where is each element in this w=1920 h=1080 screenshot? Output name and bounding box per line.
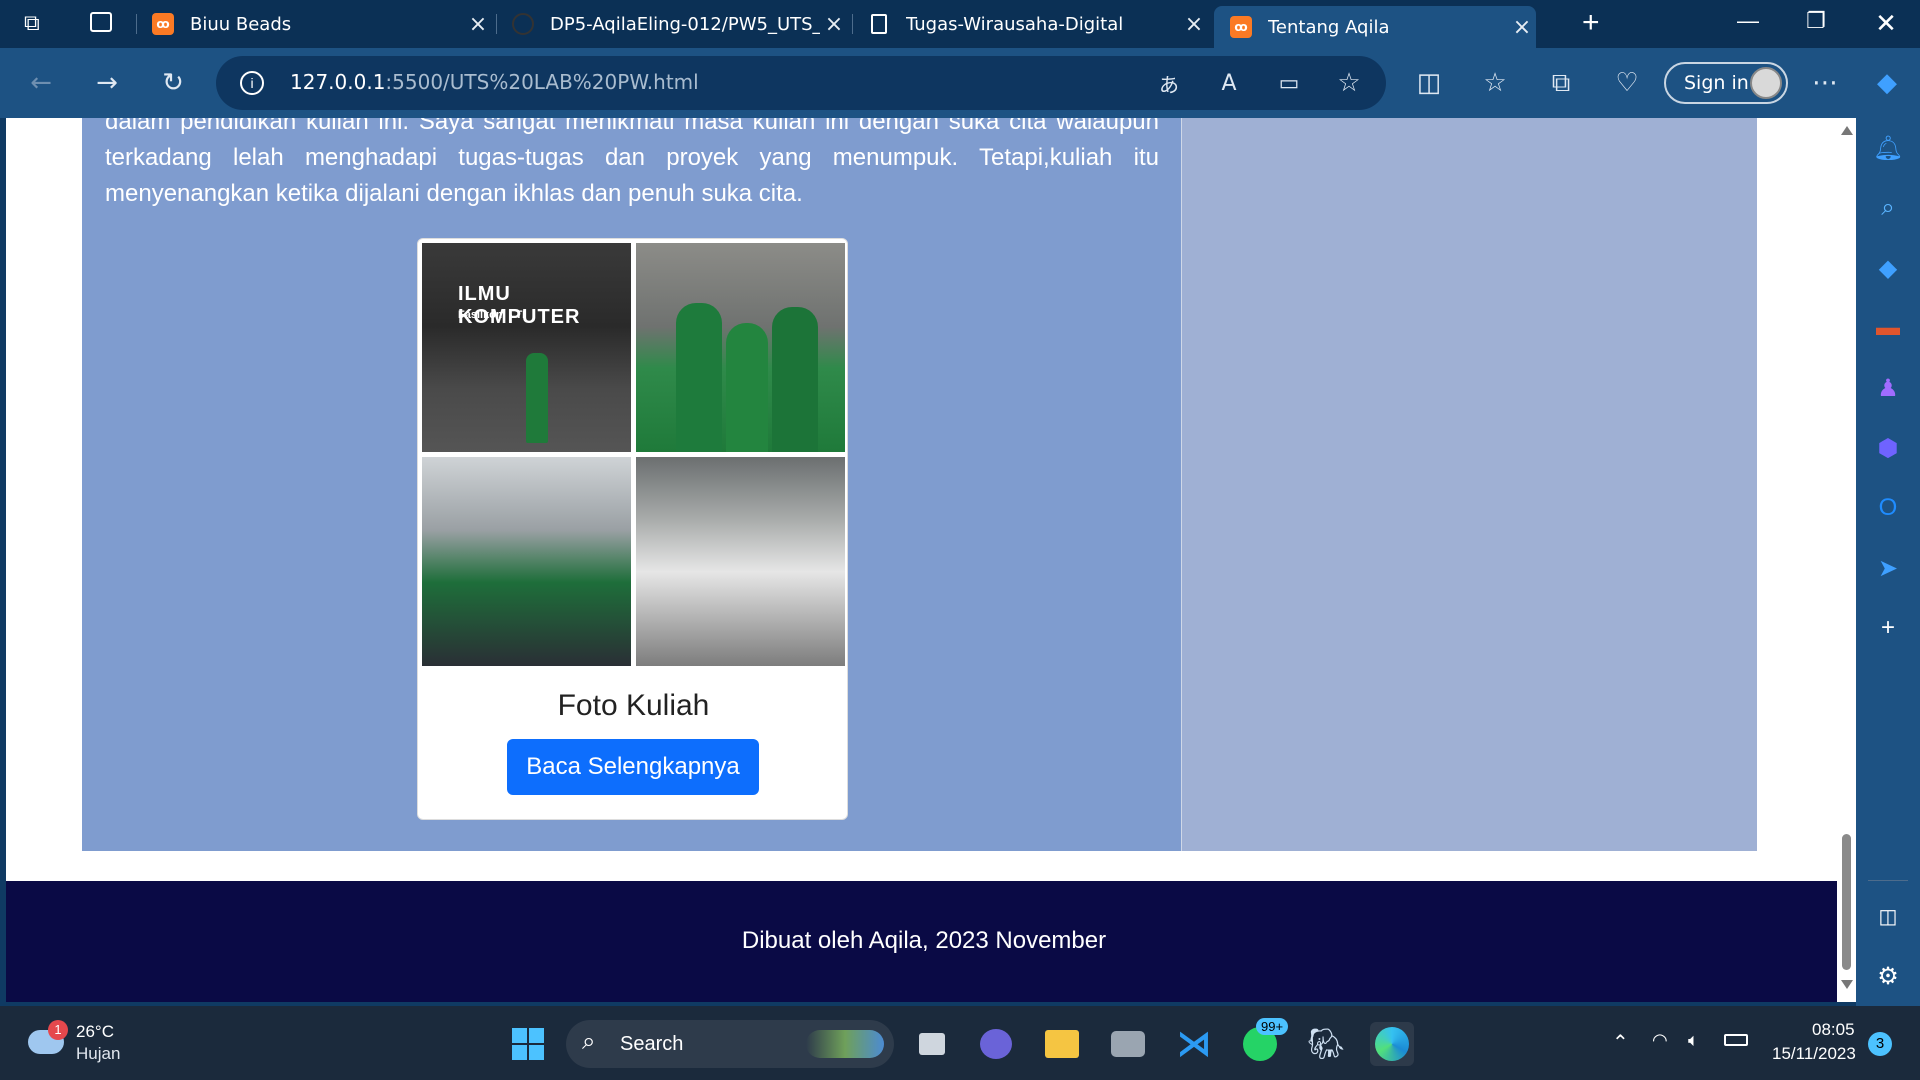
immersive-reader-icon[interactable]: ▭ (1270, 64, 1308, 102)
tools-icon[interactable]: ▬ (1872, 312, 1904, 344)
college-photo-collage: ILMU KOMPUTER Fasilkom - TI (422, 243, 845, 666)
card-title: Foto Kuliah (557, 689, 710, 722)
start-button[interactable] (506, 1022, 550, 1066)
shopping-tag-icon[interactable]: ◆ (1872, 252, 1904, 284)
refresh-icon[interactable]: ↻ (154, 64, 192, 102)
workspaces-icon[interactable]: ⧉ (24, 10, 52, 38)
favorites-icon[interactable]: ☆ (1476, 64, 1514, 102)
photo-card: ILMU KOMPUTER Fasilkom - TI Foto Kuliah … (417, 238, 848, 820)
file-explorer-icon[interactable] (1040, 1022, 1084, 1066)
camera-icon[interactable] (1106, 1022, 1150, 1066)
photo-group-jackets (422, 457, 631, 666)
browser-essentials-icon[interactable]: ♡ (1608, 64, 1646, 102)
browser-toolbar: ← → ↻ i 127.0.0.1:5500/UTS%20LAB%20PW.ht… (0, 48, 1920, 118)
xampp-icon: ꝏ (152, 13, 174, 35)
sign-in-button[interactable]: Sign in (1664, 62, 1788, 104)
address-url[interactable]: 127.0.0.1:5500/UTS%20LAB%20PW.html (290, 70, 699, 94)
show-hidden-icons[interactable]: ⌃ (1612, 1030, 1629, 1055)
bell-icon[interactable]: 🔔︎ (1872, 132, 1904, 164)
site-info-icon[interactable]: i (240, 71, 264, 95)
restore-icon[interactable]: ❐ (1796, 8, 1836, 34)
windows-taskbar: 1 26°C Hujan ⌕ Search ⋊ 99+ 🐘︎ ⌃ ◠ 🔈︎ 08… (0, 1006, 1920, 1080)
back-icon[interactable]: ← (22, 64, 60, 102)
weather-badge: 1 (48, 1020, 68, 1040)
task-view-icon[interactable] (910, 1022, 954, 1066)
wifi-icon[interactable]: ◠ (1652, 1030, 1668, 1051)
translate-icon[interactable]: あ (1150, 64, 1188, 102)
photo-ilmu-komputer: ILMU KOMPUTER Fasilkom - TI (422, 243, 631, 452)
close-tab-icon[interactable]: × (1180, 12, 1208, 37)
close-tab-icon[interactable]: × (820, 12, 848, 37)
sidebar-panel-icon[interactable]: ◫ (1872, 900, 1904, 932)
windows-logo-icon (512, 1028, 544, 1060)
tab-tentang-aqila[interactable]: ꝏ Tentang Aqila × (1214, 6, 1536, 48)
file-icon (871, 14, 887, 34)
tab-biuu-beads[interactable]: ꝏ Biuu Beads × (152, 6, 492, 42)
more-menu-icon[interactable]: ⋯ (1806, 64, 1844, 102)
read-more-button[interactable]: Baca Selengkapnya (507, 739, 759, 795)
settings-gear-icon[interactable]: ⚙ (1872, 960, 1904, 992)
weather-widget[interactable]: 1 26°C Hujan (28, 1020, 138, 1068)
scrollbar-thumb[interactable] (1842, 834, 1851, 970)
github-icon (512, 13, 534, 35)
tab-github[interactable]: DP5-AqilaEling-012/PW5_UTS_22 × (512, 6, 848, 42)
search-icon: ⌕ (582, 1028, 596, 1055)
copilot-icon[interactable]: ◆ (1868, 64, 1906, 102)
add-icon[interactable]: + (1872, 612, 1904, 644)
clock-date[interactable]: 15/11/2023 (1772, 1044, 1856, 1064)
close-tab-icon[interactable]: × (464, 12, 492, 37)
footer-text: Dibuat oleh Aqila, 2023 November (741, 927, 1107, 954)
edge-browser-icon[interactable] (1370, 1022, 1414, 1066)
page-footer: Dibuat oleh Aqila, 2023 November (6, 881, 1842, 1002)
whatsapp-badge: 99+ (1256, 1018, 1289, 1035)
scroll-down-icon[interactable] (1841, 980, 1853, 989)
read-aloud-icon[interactable]: A (1210, 64, 1248, 102)
minimize-icon[interactable]: — (1728, 8, 1768, 34)
xampp-icon: ꝏ (1230, 16, 1252, 38)
vscode-icon[interactable]: ⋊ (1172, 1022, 1216, 1066)
send-icon[interactable]: ➤ (1872, 552, 1904, 584)
browser-titlebar: ⧉ ꝏ Biuu Beads × DP5-AqilaEling-012/PW5_… (0, 0, 1920, 48)
tab-actions-icon[interactable] (90, 12, 112, 32)
postgresql-icon[interactable]: 🐘︎ (1304, 1022, 1348, 1066)
about-paragraph: dalam pendidikan kuliah ini. Saya sangat… (105, 118, 1159, 207)
whatsapp-icon[interactable]: 99+ (1238, 1018, 1289, 1066)
games-icon[interactable]: ♟ (1872, 372, 1904, 404)
address-bar[interactable]: i 127.0.0.1:5500/UTS%20LAB%20PW.html あ A… (216, 56, 1386, 110)
forward-icon[interactable]: → (88, 64, 126, 102)
tab-tugas-wirausaha[interactable]: Tugas-Wirausaha-Digital × (868, 6, 1208, 42)
microsoft-365-icon[interactable]: ⬢ (1872, 432, 1904, 464)
split-screen-icon[interactable]: ◫ (1410, 64, 1448, 102)
avatar (1750, 67, 1782, 99)
favorite-star-icon[interactable]: ☆ (1330, 64, 1368, 102)
photo-group-white-shirts (636, 457, 845, 666)
page-scrollbar[interactable] (1837, 118, 1856, 1002)
collections-icon[interactable]: ⧉ (1542, 64, 1580, 102)
taskbar-search[interactable]: ⌕ Search (566, 1020, 894, 1068)
volume-icon[interactable]: 🔈︎ (1688, 1030, 1699, 1051)
close-window-icon[interactable]: ✕ (1866, 8, 1906, 39)
notification-badge[interactable]: 3 (1868, 1032, 1892, 1056)
aside-panel (1181, 118, 1757, 851)
outlook-icon[interactable]: O (1872, 492, 1904, 524)
search-icon[interactable]: ⌕ (1872, 192, 1904, 224)
battery-icon[interactable] (1724, 1034, 1748, 1046)
close-tab-icon[interactable]: × (1508, 15, 1536, 40)
edge-sidebar: 🔔︎ ⌕ ◆ ▬ ♟ ⬢ O ➤ + ◫ ⚙ (1856, 118, 1920, 1006)
photo-students-selfie (636, 243, 845, 452)
web-page: dalam pendidikan kuliah ini. Saya sangat… (6, 118, 1856, 1002)
clock-time[interactable]: 08:05 (1812, 1020, 1855, 1040)
new-tab-icon[interactable]: + (1582, 6, 1600, 40)
scroll-up-icon[interactable] (1841, 126, 1853, 135)
teams-chat-icon[interactable] (974, 1022, 1018, 1066)
